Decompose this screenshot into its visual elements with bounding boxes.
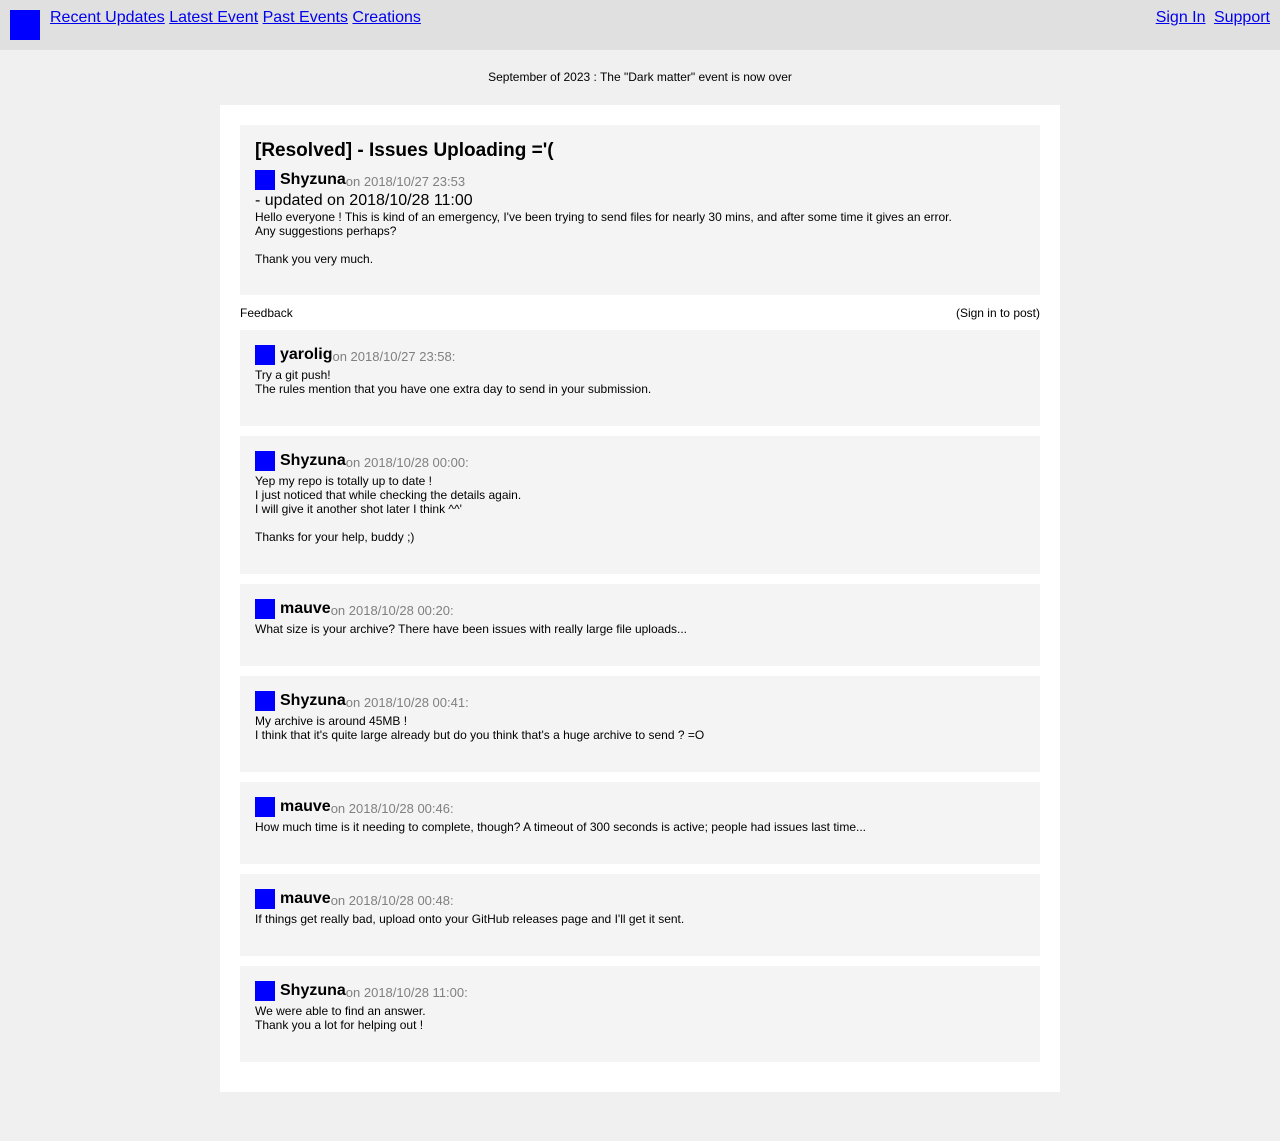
comment-body: My archive is around 45MB ! I think that … (255, 714, 1025, 742)
comment-card: yarolig on 2018/10/27 23:58: Try a git pus… (240, 330, 1040, 426)
nav-link-recent-updates[interactable]: Recent Updates (50, 9, 165, 26)
comment-author: Shyzuna (280, 692, 346, 709)
comment-meta: yarolig on 2018/10/27 23:58: (255, 345, 1025, 365)
comment-author: yarolig (280, 346, 333, 363)
comment-body: Try a git push! The rules mention that yo… (255, 368, 1025, 396)
post-paragraph: Thank you very much. (255, 252, 374, 266)
nav-link-latest-event[interactable]: Latest Event (169, 9, 258, 26)
comment-author: Shyzuna (280, 982, 346, 999)
sign-in-to-post-note: (Sign in to post) (955, 306, 1040, 320)
comment-card: Shyzuna on 2018/10/28 00:41: My archive is… (240, 676, 1040, 772)
feedback-label: Feedback (240, 306, 293, 320)
comment-paragraph: If things get really bad, upload onto yo… (255, 912, 685, 926)
avatar (255, 797, 275, 817)
comment-list: yarolig on 2018/10/27 23:58: Try a git pus… (240, 330, 1040, 1062)
comment-author: Shyzuna (280, 452, 346, 469)
comment-date: on 2018/10/28 00:20: (330, 602, 454, 618)
comment-meta: mauve on 2018/10/28 00:46: (255, 797, 1025, 817)
comment-body: Yep my repo is totally up to date ! I jus… (255, 474, 1025, 544)
comment-meta: Shyzuna on 2018/10/28 00:41: (255, 691, 1025, 711)
avatar (255, 981, 275, 1001)
avatar (255, 451, 275, 471)
comment-body: If things get really bad, upload onto yo… (255, 912, 1025, 926)
comment-meta: mauve on 2018/10/28 00:20: (255, 599, 1025, 619)
comment-paragraph: How much time is it needing to complete,… (255, 820, 867, 834)
post-updated: - updated on 2018/10/28 11:00 (255, 192, 473, 209)
comment-paragraph: Try a git push! The rules mention that yo… (255, 368, 652, 396)
comment-date: on 2018/10/28 00:48: (330, 892, 454, 908)
comment-date: on 2018/10/28 11:00: (345, 984, 468, 1000)
avatar (255, 170, 275, 190)
comment-meta: Shyzuna on 2018/10/28 11:00: (255, 981, 1025, 1001)
feedback-header: Feedback (Sign in to post) (240, 306, 1040, 320)
comment-date: on 2018/10/28 00:41: (345, 694, 469, 710)
avatar (255, 345, 275, 365)
account-nav: Sign In Support (1152, 8, 1270, 27)
comment-author: mauve (280, 600, 331, 617)
sign-in-link[interactable]: Sign In (1156, 9, 1206, 26)
comment-author: mauve (280, 890, 331, 907)
comment-date: on 2018/10/27 23:58: (332, 348, 456, 364)
site-logo[interactable] (10, 10, 40, 40)
nav-link-creations[interactable]: Creations (352, 9, 420, 26)
support-link[interactable]: Support (1214, 9, 1270, 26)
comment-paragraph: What size is your archive? There have be… (255, 622, 687, 636)
avatar (255, 889, 275, 909)
post-body: Hello everyone ! This is kind of an emer… (255, 210, 1025, 266)
comment-card: mauve on 2018/10/28 00:48: If things get r… (240, 874, 1040, 956)
main-nav: Recent Updates Latest Event Past Events … (50, 8, 421, 27)
comment-card: Shyzuna on 2018/10/28 11:00: We were able … (240, 966, 1040, 1062)
avatar (255, 599, 275, 619)
comment-card: mauve on 2018/10/28 00:20: What size is yo… (240, 584, 1040, 666)
comment-body: How much time is it needing to complete,… (255, 820, 1025, 834)
comment-date: on 2018/10/28 00:46: (330, 800, 454, 816)
post-date: on 2018/10/27 23:53 (345, 173, 466, 189)
post-paragraph: Hello everyone ! This is kind of an emer… (255, 210, 952, 238)
nav-link-past-events[interactable]: Past Events (263, 9, 348, 26)
post-card: [Resolved] - Issues Uploading ='( Shyzun… (240, 125, 1040, 295)
comment-paragraph: We were able to find an answer. Thank you… (255, 1004, 426, 1032)
comment-card: Shyzuna on 2018/10/28 00:00: Yep my repo i… (240, 436, 1040, 574)
post-meta: Shyzuna on 2018/10/27 23:53 (255, 170, 1025, 190)
event-banner: September of 2023 : The "Dark matter" ev… (488, 70, 792, 84)
comment-author: mauve (280, 798, 331, 815)
comment-meta: Shyzuna on 2018/10/28 00:00: (255, 451, 1025, 471)
comment-paragraph: My archive is around 45MB ! I think that … (255, 714, 705, 742)
content-panel: [Resolved] - Issues Uploading ='( Shyzun… (220, 105, 1060, 1092)
comment-date: on 2018/10/28 00:00: (345, 454, 469, 470)
avatar (255, 691, 275, 711)
comment-meta: mauve on 2018/10/28 00:48: (255, 889, 1025, 909)
post-title: [Resolved] - Issues Uploading ='( (255, 140, 554, 161)
top-navigation-bar: Recent Updates Latest Event Past Events … (0, 0, 1280, 50)
comment-body: We were able to find an answer. Thank you… (255, 1004, 1025, 1032)
comment-body: What size is your archive? There have be… (255, 622, 1025, 636)
comment-paragraph: Yep my repo is totally up to date ! I jus… (255, 474, 522, 516)
author-name: Shyzuna (280, 171, 346, 188)
comment-card: mauve on 2018/10/28 00:46: How much time i… (240, 782, 1040, 864)
comment-paragraph: Thanks for your help, buddy ;) (255, 530, 415, 544)
